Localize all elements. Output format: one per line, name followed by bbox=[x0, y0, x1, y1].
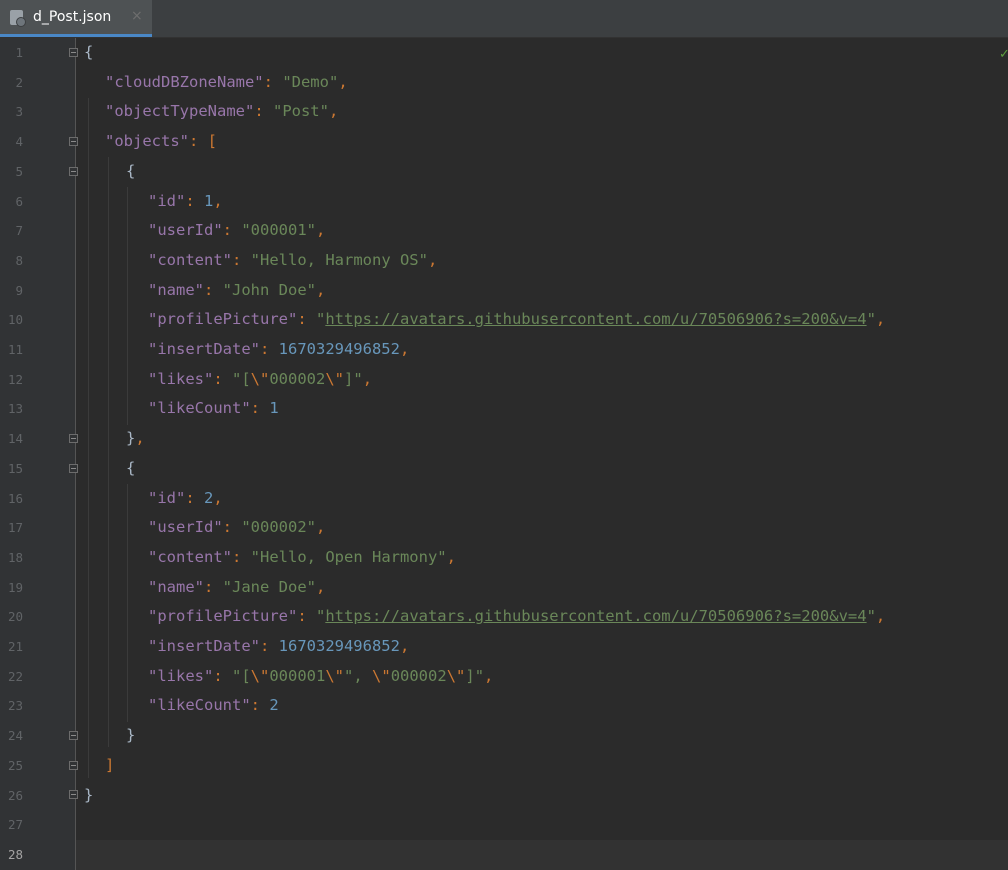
code-line-14: }, bbox=[126, 429, 145, 448]
code-line-11: "insertDate": 1670329496852, bbox=[148, 340, 410, 358]
line-number: 24 bbox=[7, 728, 23, 744]
line-number: 9 bbox=[15, 282, 23, 298]
fold-marker-icon[interactable] bbox=[69, 137, 78, 146]
code-line-8: "content": "Hello, Harmony OS", bbox=[148, 250, 438, 269]
indent-guide bbox=[127, 187, 128, 425]
indent-guide bbox=[108, 157, 109, 747]
json-file-icon bbox=[10, 10, 26, 27]
fold-marker-icon[interactable] bbox=[69, 731, 78, 740]
line-number: 17 bbox=[7, 520, 23, 536]
fold-marker-icon[interactable] bbox=[69, 464, 78, 473]
code-line-25: ] bbox=[105, 755, 115, 774]
indent-guide bbox=[127, 484, 128, 722]
code-line-26: } bbox=[84, 785, 94, 804]
code-line-20: "profilePicture": "https://avatars.githu… bbox=[148, 607, 886, 626]
line-number: 11 bbox=[7, 342, 23, 357]
line-number: 6 bbox=[15, 193, 23, 209]
code-line-17: "userId": "000002", bbox=[148, 518, 326, 537]
inspection-ok-icon[interactable]: ✓ bbox=[999, 47, 1008, 62]
code-line-9: "name": "John Doe", bbox=[148, 280, 326, 299]
line-number: 21 bbox=[7, 639, 23, 654]
line-number: 18 bbox=[7, 549, 23, 565]
line-number: 10 bbox=[7, 312, 23, 328]
code-line-1: { bbox=[84, 43, 94, 61]
tab-d-post-json[interactable]: d_Post.json × bbox=[0, 0, 152, 37]
code-line-12: "likes": "[\"000002\"]", bbox=[148, 369, 373, 388]
line-number: 20 bbox=[7, 609, 23, 625]
line-number: 27 bbox=[7, 817, 23, 833]
fold-marker-icon[interactable] bbox=[69, 761, 78, 770]
code-line-16: "id": 2, bbox=[148, 488, 223, 507]
fold-marker-icon[interactable] bbox=[69, 434, 78, 443]
code-line-23: "likeCount": 2 bbox=[148, 696, 279, 715]
tab-label: d_Post.json bbox=[33, 9, 112, 25]
line-number: 3 bbox=[15, 104, 23, 120]
line-number: 25 bbox=[7, 757, 23, 773]
line-number: 26 bbox=[7, 787, 23, 803]
code-line-3: "objectTypeName": "Post", bbox=[105, 102, 339, 121]
editor-tab-bar: d_Post.json × bbox=[0, 0, 1008, 38]
line-number: 2 bbox=[15, 74, 23, 90]
line-number: 12 bbox=[7, 371, 23, 387]
code-line-7: "userId": "000001", bbox=[148, 221, 326, 240]
close-icon[interactable]: × bbox=[131, 8, 143, 24]
line-number: 15 bbox=[7, 460, 23, 476]
profile-picture-link[interactable]: https://avatars.githubusercontent.com/u/… bbox=[325, 607, 866, 625]
current-line-highlight bbox=[76, 840, 1008, 870]
code-line-5: { bbox=[126, 161, 136, 180]
code-line-10: "profilePicture": "https://avatars.githu… bbox=[148, 310, 886, 329]
indent-guide bbox=[88, 98, 89, 778]
fold-marker-icon[interactable] bbox=[69, 790, 78, 799]
code-line-24: } bbox=[126, 726, 136, 745]
code-line-2: "cloudDBZoneName": "Demo", bbox=[105, 72, 348, 91]
line-number: 13 bbox=[7, 401, 23, 417]
line-number: 8 bbox=[15, 252, 23, 268]
fold-marker-icon[interactable] bbox=[69, 167, 78, 176]
code-line-18: "content": "Hello, Open Harmony", bbox=[148, 547, 456, 566]
line-number: 19 bbox=[7, 579, 23, 595]
profile-picture-link[interactable]: https://avatars.githubusercontent.com/u/… bbox=[325, 310, 866, 328]
line-number: 1 bbox=[15, 45, 23, 60]
code-line-13: "likeCount": 1 bbox=[148, 399, 279, 418]
line-number: 7 bbox=[15, 223, 23, 239]
line-number: 5 bbox=[15, 163, 23, 179]
fold-marker-icon[interactable] bbox=[69, 48, 78, 57]
code-line-21: "insertDate": 1670329496852, bbox=[148, 637, 410, 655]
line-number: 16 bbox=[7, 490, 23, 506]
code-line-4: "objects": [ bbox=[105, 132, 218, 151]
line-number: 4 bbox=[15, 134, 23, 150]
line-number: 14 bbox=[7, 431, 23, 447]
code-line-15: { bbox=[126, 458, 136, 477]
line-number: 28 bbox=[7, 846, 23, 862]
code-line-6: "id": 1, bbox=[148, 191, 223, 210]
line-number: 22 bbox=[7, 668, 23, 684]
gutter-divider bbox=[75, 38, 76, 870]
code-line-19: "name": "Jane Doe", bbox=[148, 577, 326, 596]
code-line-22: "likes": "[\"000001\"", \"000002\"]", bbox=[148, 666, 494, 685]
line-number: 23 bbox=[7, 698, 23, 714]
